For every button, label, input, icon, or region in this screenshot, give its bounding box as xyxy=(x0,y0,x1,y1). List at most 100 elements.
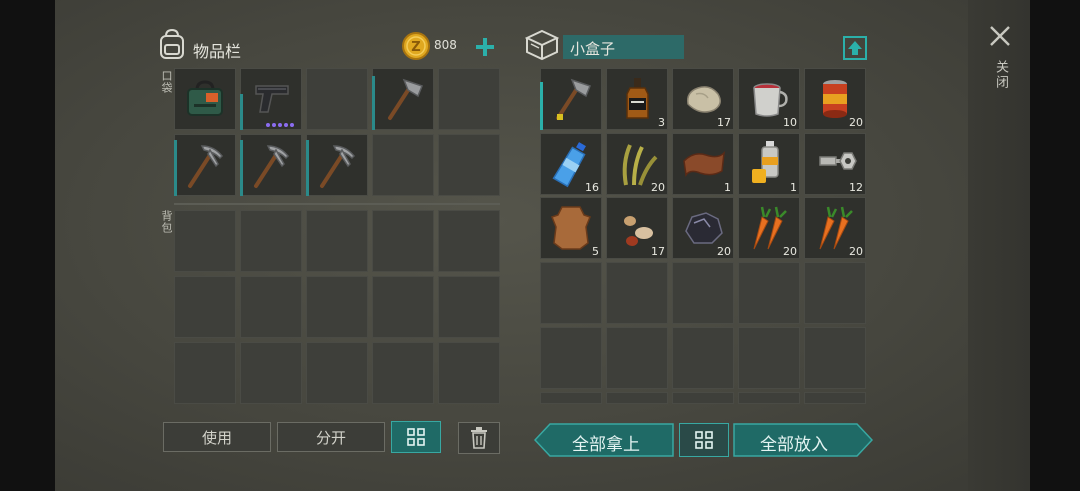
pickaxe-icon xyxy=(254,145,290,188)
pocket-divider xyxy=(174,203,500,205)
container-slot-14[interactable]: 20 xyxy=(738,197,800,259)
spray-can-icon xyxy=(752,141,779,183)
backpack-slot[interactable] xyxy=(174,210,236,272)
coin-icon: Z xyxy=(402,32,430,60)
container-slot[interactable] xyxy=(804,262,866,324)
pocket-slot-4[interactable] xyxy=(372,68,434,130)
durability-bar xyxy=(372,76,375,130)
pistol-icon xyxy=(255,85,289,113)
trash-icon xyxy=(471,427,487,449)
quality-dots xyxy=(266,123,294,127)
pocket-slot-3[interactable] xyxy=(306,68,368,130)
backpack-slot[interactable] xyxy=(372,276,434,338)
backpack-slot[interactable] xyxy=(240,276,302,338)
coin-count: 808 xyxy=(434,38,457,52)
backpack-label: 背包 xyxy=(160,210,173,234)
item-count: 1 xyxy=(790,181,797,194)
container-slot[interactable] xyxy=(540,327,602,389)
close-label[interactable]: 关闭 xyxy=(991,60,1010,90)
container-slot[interactable] xyxy=(738,392,800,404)
durability-bar xyxy=(240,94,243,130)
whiskey-bottle-icon xyxy=(626,78,649,119)
container-slot[interactable] xyxy=(540,262,602,324)
container-slot[interactable] xyxy=(672,392,734,404)
container-slot[interactable] xyxy=(606,392,668,404)
pocket-slot-10[interactable] xyxy=(438,134,500,196)
add-coins-icon[interactable] xyxy=(474,36,496,58)
container-slot[interactable] xyxy=(738,327,800,389)
container-slot[interactable] xyxy=(540,392,602,404)
grid-icon xyxy=(407,428,425,446)
container-slot-13[interactable]: 20 xyxy=(672,197,734,259)
container-slot[interactable] xyxy=(672,327,734,389)
pocket-slot-1[interactable] xyxy=(174,68,236,130)
durability-bar xyxy=(240,140,243,196)
backpack-slot[interactable] xyxy=(306,342,368,404)
item-count: 20 xyxy=(849,116,863,129)
container-slot[interactable] xyxy=(606,262,668,324)
pocket-slot-8[interactable] xyxy=(306,134,368,196)
container-slot-6[interactable]: 16 xyxy=(540,133,602,195)
sort-container-button[interactable] xyxy=(679,423,729,457)
container-slot-10[interactable]: 12 xyxy=(804,133,866,195)
backpack-icon xyxy=(160,28,184,59)
backpack-slot[interactable] xyxy=(438,342,500,404)
container-slot-11[interactable]: 5 xyxy=(540,197,602,259)
container-slot[interactable] xyxy=(672,262,734,324)
backpack-slot[interactable] xyxy=(438,210,500,272)
backpack-slot[interactable] xyxy=(306,210,368,272)
backpack-slot[interactable] xyxy=(174,342,236,404)
backpack-slot[interactable] xyxy=(174,276,236,338)
item-count: 12 xyxy=(849,181,863,194)
container-slot[interactable] xyxy=(804,327,866,389)
container-slot-3[interactable]: 17 xyxy=(672,68,734,130)
container-slot-9[interactable]: 1 xyxy=(738,133,800,195)
container-slot-7[interactable]: 20 xyxy=(606,133,668,195)
pocket-slot-5[interactable] xyxy=(438,68,500,130)
backpack-slot[interactable] xyxy=(306,276,368,338)
item-count: 5 xyxy=(592,245,599,258)
leather-icon xyxy=(683,150,725,178)
pocket-slot-6[interactable] xyxy=(174,134,236,196)
item-count: 20 xyxy=(717,245,731,258)
container-slot[interactable] xyxy=(738,262,800,324)
upload-icon[interactable] xyxy=(842,35,868,61)
item-count: 16 xyxy=(585,181,599,194)
pocket-slot-2[interactable] xyxy=(240,68,302,130)
use-button[interactable]: 使用 xyxy=(163,422,271,452)
container-slot-5[interactable]: 20 xyxy=(804,68,866,130)
backpack-slot[interactable] xyxy=(438,276,500,338)
inventory-title: 物品栏 xyxy=(193,42,242,61)
split-button[interactable]: 分开 xyxy=(277,422,385,452)
svg-text:Z: Z xyxy=(411,40,420,55)
container-slot-8[interactable]: 1 xyxy=(672,133,734,195)
container-slot-4[interactable]: 10 xyxy=(738,68,800,130)
close-icon[interactable] xyxy=(988,24,1012,48)
item-count: 17 xyxy=(651,245,665,258)
container-slot-2[interactable]: 3 xyxy=(606,68,668,130)
pocket-slot-7[interactable] xyxy=(240,134,302,196)
container-slot-12[interactable]: 17 xyxy=(606,197,668,259)
pocket-slot-9[interactable] xyxy=(372,134,434,196)
pocket-label: 口袋 xyxy=(160,70,173,94)
sort-inventory-button[interactable] xyxy=(391,421,441,453)
container-slot-1[interactable] xyxy=(540,68,602,130)
medkit-bag-icon xyxy=(187,80,223,116)
durability-bar xyxy=(174,140,177,196)
container-slot[interactable] xyxy=(606,327,668,389)
backpack-slot[interactable] xyxy=(372,210,434,272)
trash-button[interactable] xyxy=(458,422,500,454)
backpack-slot[interactable] xyxy=(240,342,302,404)
item-count: 1 xyxy=(724,181,731,194)
hatchet-icon xyxy=(556,78,591,120)
backpack-slot[interactable] xyxy=(372,342,434,404)
container-slot[interactable] xyxy=(804,392,866,404)
put-all-label: 全部放入 xyxy=(760,435,828,455)
backpack-slot[interactable] xyxy=(240,210,302,272)
hatchet-icon xyxy=(388,78,423,120)
item-count: 20 xyxy=(651,181,665,194)
grid-icon xyxy=(695,431,713,449)
durability-bar xyxy=(540,82,543,130)
container-slot-15[interactable]: 20 xyxy=(804,197,866,259)
item-count: 20 xyxy=(849,245,863,258)
